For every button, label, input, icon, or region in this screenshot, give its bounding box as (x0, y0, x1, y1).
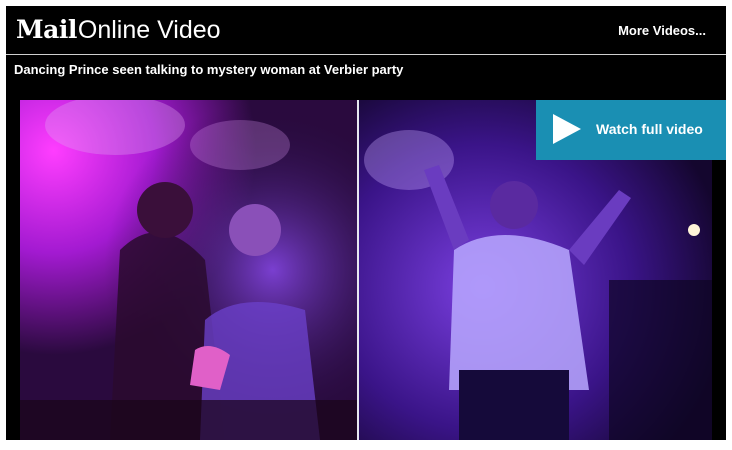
video-title: Dancing Prince seen talking to mystery w… (14, 62, 404, 77)
more-videos-link[interactable]: More Videos... (618, 23, 706, 38)
header-divider (6, 54, 726, 55)
video-frame-left-panel (20, 100, 357, 440)
video-player: MailOnline Video More Videos... Dancing … (6, 6, 726, 440)
brand-online-video: Online Video (77, 16, 221, 44)
play-icon (553, 114, 581, 144)
brand-mail: Mail (16, 15, 77, 44)
player-header: MailOnline Video More Videos... (6, 6, 726, 54)
watch-full-video-label: Watch full video (596, 121, 703, 137)
watch-full-video-button[interactable]: Watch full video (536, 100, 726, 160)
mailonline-video-logo[interactable]: MailOnline Video (16, 15, 221, 45)
